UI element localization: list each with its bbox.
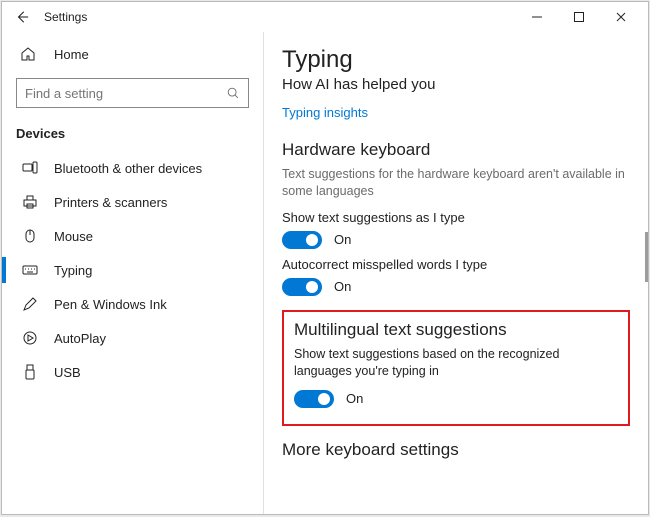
sidebar-item-usb[interactable]: USB xyxy=(2,355,263,389)
content-area: Home Devices Bluetooth & other devices xyxy=(2,32,648,514)
keyboard-icon xyxy=(20,262,40,278)
titlebar: Settings xyxy=(2,2,648,32)
suggestions-state: On xyxy=(334,232,351,247)
multilingual-toggle[interactable] xyxy=(294,390,334,408)
hardware-desc: Text suggestions for the hardware keyboa… xyxy=(282,166,630,200)
sidebar-item-autoplay[interactable]: AutoPlay xyxy=(2,321,263,355)
sidebar: Home Devices Bluetooth & other devices xyxy=(2,32,264,514)
printer-icon xyxy=(20,194,40,210)
devices-icon xyxy=(20,160,40,176)
close-button[interactable] xyxy=(600,3,642,31)
suggestions-label: Show text suggestions as I type xyxy=(282,210,630,225)
usb-icon xyxy=(20,364,40,380)
hardware-heading: Hardware keyboard xyxy=(282,140,630,160)
typing-insights-link[interactable]: Typing insights xyxy=(282,105,630,120)
sidebar-item-label: Printers & scanners xyxy=(54,195,167,210)
multilingual-toggle-row: On xyxy=(294,390,618,408)
home-icon xyxy=(20,46,40,62)
sidebar-item-label: Bluetooth & other devices xyxy=(54,161,202,176)
search-box[interactable] xyxy=(16,78,249,108)
suggestions-toggle-row: On xyxy=(282,231,630,249)
autocorrect-state: On xyxy=(334,279,351,294)
sidebar-item-typing[interactable]: Typing xyxy=(2,253,263,287)
autocorrect-toggle-row: On xyxy=(282,278,630,296)
pen-icon xyxy=(20,296,40,312)
home-nav[interactable]: Home xyxy=(2,38,263,70)
minimize-button[interactable] xyxy=(516,3,558,31)
search-input[interactable] xyxy=(25,86,226,101)
multilingual-section-highlight: Multilingual text suggestions Show text … xyxy=(282,310,630,426)
back-button[interactable] xyxy=(8,3,36,31)
main-panel: Typing How AI has helped you Typing insi… xyxy=(264,32,648,514)
mouse-icon xyxy=(20,228,40,244)
sidebar-item-pen[interactable]: Pen & Windows Ink xyxy=(2,287,263,321)
multilingual-state: On xyxy=(346,391,363,406)
sidebar-item-label: USB xyxy=(54,365,81,380)
scrollbar[interactable] xyxy=(645,232,648,282)
sidebar-item-label: Pen & Windows Ink xyxy=(54,297,167,312)
autoplay-icon xyxy=(20,330,40,346)
page-subtitle: How AI has helped you xyxy=(282,76,630,93)
hardware-keyboard-section: Hardware keyboard Text suggestions for t… xyxy=(282,140,630,296)
window-controls xyxy=(516,3,642,31)
sidebar-section-label: Devices xyxy=(2,122,263,151)
maximize-button[interactable] xyxy=(558,3,600,31)
window-title: Settings xyxy=(44,10,87,24)
suggestions-toggle[interactable] xyxy=(282,231,322,249)
page-title: Typing xyxy=(282,46,630,74)
sidebar-item-label: AutoPlay xyxy=(54,331,106,346)
sidebar-item-printers[interactable]: Printers & scanners xyxy=(2,185,263,219)
more-keyboard-heading: More keyboard settings xyxy=(282,440,630,460)
settings-window: Settings Home xyxy=(1,1,649,515)
sidebar-item-label: Typing xyxy=(54,263,92,278)
search-icon xyxy=(226,86,240,100)
sidebar-item-bluetooth[interactable]: Bluetooth & other devices xyxy=(2,151,263,185)
autocorrect-label: Autocorrect misspelled words I type xyxy=(282,257,630,272)
multilingual-desc: Show text suggestions based on the recog… xyxy=(294,346,618,380)
multilingual-heading: Multilingual text suggestions xyxy=(294,320,618,340)
sidebar-item-mouse[interactable]: Mouse xyxy=(2,219,263,253)
home-label: Home xyxy=(54,47,89,62)
sidebar-item-label: Mouse xyxy=(54,229,93,244)
autocorrect-toggle[interactable] xyxy=(282,278,322,296)
